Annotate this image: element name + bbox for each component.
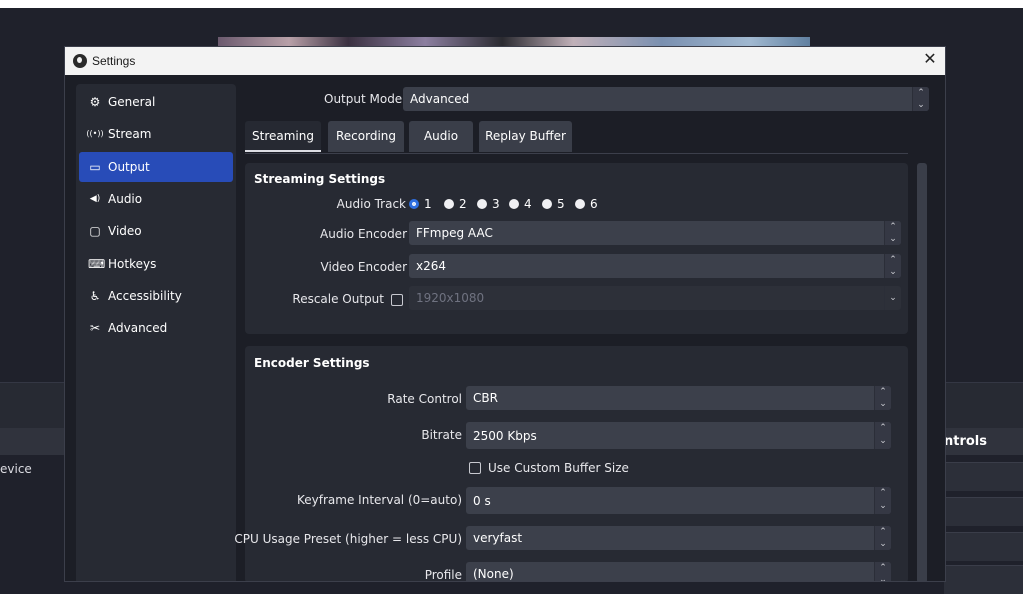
cpu-preset-value: veryfast [473, 531, 523, 545]
updown-arrows-icon: ⌃ ⌄ [874, 562, 891, 581]
rate-control-select[interactable]: CBR ⌃ ⌄ [466, 386, 891, 410]
audio-track-radio-group: 1 2 3 4 5 6 [409, 197, 609, 212]
close-icon[interactable]: ✕ [915, 47, 945, 75]
keyframe-interval-value: 0 s [473, 494, 491, 508]
audio-encoder-label: Audio Encoder [320, 227, 407, 241]
profile-select[interactable]: (None) ⌃ ⌄ [466, 562, 891, 581]
bitrate-label: Bitrate [421, 428, 462, 442]
encoder-settings-group: Encoder Settings Rate Control CBR ⌃ ⌄ Bit… [234, 346, 908, 582]
keyboard-icon: ⌨ [88, 257, 106, 271]
audio-track-label: Audio Track [336, 197, 406, 211]
chevron-down-icon: ⌄ [884, 286, 901, 310]
updown-arrows-icon: ⌃ ⌄ [884, 254, 901, 278]
monitor-output-icon: ▭ [89, 160, 101, 174]
rate-control-value: CBR [473, 391, 498, 405]
rescale-resolution-select: 1920x1080 ⌄ [409, 286, 901, 310]
gear-icon: ⚙ [89, 95, 101, 109]
dialog-titlebar[interactable]: Settings ✕ [65, 47, 945, 75]
speaker-icon: ◀) [89, 194, 101, 204]
profile-value: (None) [473, 567, 514, 581]
output-mode-value: Advanced [410, 92, 470, 106]
sidebar-item-general[interactable]: ⚙ General [79, 87, 233, 117]
settings-dialog: Settings ✕ ⚙ General ((•)) Stream ▭ Outp… [64, 46, 946, 582]
audio-encoder-select[interactable]: FFmpeg AAC ⌃ ⌄ [409, 221, 901, 245]
antenna-icon: ((•)) [86, 129, 104, 138]
tab-replay-buffer[interactable]: Replay Buffer [479, 121, 572, 152]
dialog-title: Settings [92, 54, 136, 68]
sidebar-item-label: Output [108, 160, 150, 174]
background-sources-header [0, 428, 70, 455]
updown-arrows-icon: ⌃ ⌄ [912, 87, 929, 111]
custom-buffer-label: Use Custom Buffer Size [488, 461, 629, 475]
profile-label: Profile [424, 568, 462, 582]
sidebar-item-stream[interactable]: ((•)) Stream [79, 119, 233, 149]
sidebar-item-label: Advanced [108, 321, 168, 335]
keyframe-interval-spinbox[interactable]: 0 s ⌃ ⌄ [466, 487, 891, 514]
sidebar-item-output[interactable]: ▭ Output [79, 152, 233, 182]
background-title-strip [0, 0, 1023, 8]
background-control-button[interactable] [944, 565, 1023, 594]
streaming-settings-title: Streaming Settings [254, 172, 386, 186]
settings-scrollbar[interactable] [917, 163, 927, 581]
rescale-output-checkbox[interactable] [391, 294, 403, 306]
video-encoder-label: Video Encoder [320, 260, 408, 274]
sidebar-item-label: Video [108, 224, 142, 238]
rescale-resolution-value: 1920x1080 [416, 291, 485, 305]
video-encoder-value: x264 [416, 259, 447, 273]
sidebar-item-label: Audio [108, 192, 143, 206]
rate-control-label: Rate Control [387, 392, 462, 406]
updown-arrows-icon: ⌃ ⌄ [874, 526, 891, 550]
screen-icon: ▢ [89, 224, 101, 238]
obs-logo-icon [73, 54, 87, 68]
streaming-settings-group: Streaming Settings Audio Track 1 2 3 4 5… [245, 163, 908, 334]
sidebar-item-video[interactable]: ▢ Video [79, 216, 233, 246]
audio-encoder-value: FFmpeg AAC [416, 226, 493, 240]
cpu-preset-select[interactable]: veryfast ⌃ ⌄ [466, 526, 891, 550]
rescale-output-label: Rescale Output [292, 292, 384, 306]
sidebar-item-audio[interactable]: ◀) Audio [79, 184, 233, 214]
sidebar-item-hotkeys[interactable]: ⌨ Hotkeys [79, 249, 233, 279]
sidebar-item-label: Hotkeys [108, 257, 157, 271]
tab-audio[interactable]: Audio [409, 121, 473, 152]
spin-arrows-icon[interactable]: ⌃ ⌄ [874, 422, 891, 449]
tab-recording[interactable]: Recording [328, 121, 404, 152]
accessibility-icon: ♿ [89, 289, 101, 303]
settings-sidebar: ⚙ General ((•)) Stream ▭ Output ◀) Audio… [76, 84, 236, 581]
updown-arrows-icon: ⌃ ⌄ [884, 221, 901, 245]
tools-icon: ✂ [89, 321, 101, 335]
sidebar-item-advanced[interactable]: ✂ Advanced [79, 313, 233, 343]
sidebar-item-label: Accessibility [108, 289, 182, 303]
background-source-item[interactable]: evice [0, 462, 32, 476]
sidebar-item-label: Stream [108, 127, 152, 141]
background-controls-header: ntrols [944, 428, 1023, 455]
keyframe-interval-label: Keyframe Interval (0=auto) [297, 493, 462, 507]
updown-arrows-icon: ⌃ ⌄ [874, 386, 891, 410]
tab-streaming[interactable]: Streaming [245, 121, 321, 152]
video-encoder-select[interactable]: x264 ⌃ ⌄ [409, 254, 901, 278]
bitrate-value: 2500 Kbps [473, 429, 537, 443]
background-control-button[interactable] [944, 497, 1023, 526]
output-mode-label: Output Mode [324, 92, 403, 106]
encoder-settings-title: Encoder Settings [254, 356, 370, 370]
sidebar-item-label: General [108, 95, 156, 109]
background-control-button[interactable] [944, 532, 1023, 561]
sidebar-item-accessibility[interactable]: ♿ Accessibility [79, 281, 233, 311]
cpu-preset-label: CPU Usage Preset (higher = less CPU) [234, 532, 462, 546]
bitrate-spinbox[interactable]: 2500 Kbps ⌃ ⌄ [466, 422, 891, 449]
output-mode-select[interactable]: Advanced ⌃ ⌄ [403, 87, 929, 111]
custom-buffer-checkbox[interactable] [469, 462, 481, 474]
spin-arrows-icon[interactable]: ⌃ ⌄ [874, 487, 891, 514]
background-control-button[interactable] [944, 462, 1023, 491]
tab-divider [245, 153, 908, 154]
